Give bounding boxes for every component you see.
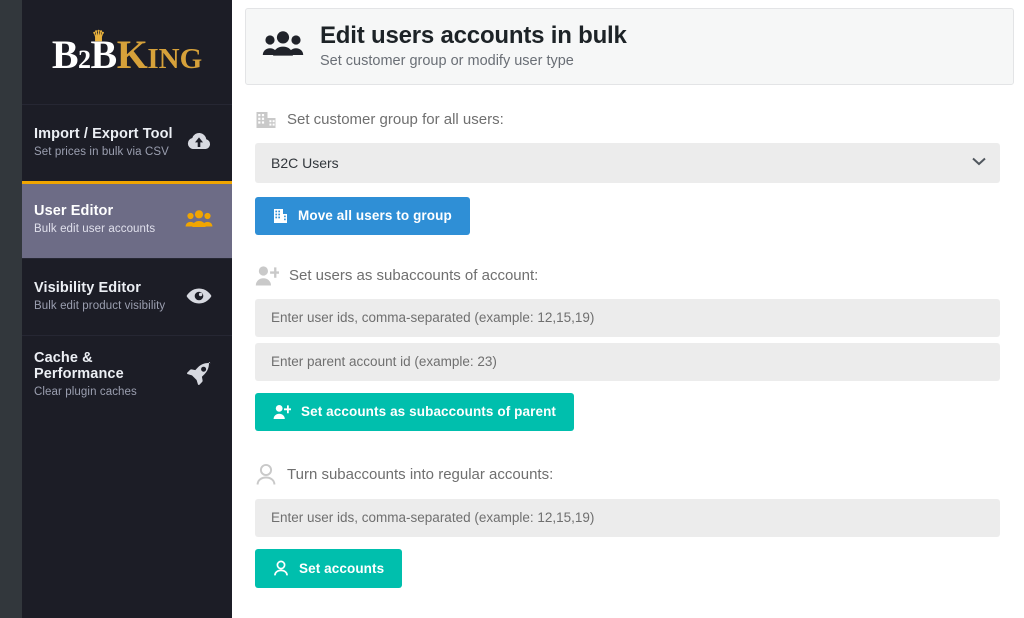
user-plus-icon — [255, 265, 279, 287]
users-group-icon — [182, 205, 216, 233]
set-accounts-as-subaccounts-button[interactable]: Set accounts as subaccounts of parent — [255, 392, 575, 431]
parent-account-id-input[interactable] — [255, 342, 1000, 381]
sidebar-item-subtitle: Clear plugin caches — [34, 386, 137, 398]
crown-icon: ♛ — [91, 29, 105, 45]
logo-b1: B — [51, 32, 79, 77]
regular-accounts-label-row: Turn subaccounts into regular accounts: — [255, 463, 1014, 487]
brand-logo: ♛ B2BKING — [22, 0, 232, 104]
logo-k: K — [116, 32, 148, 77]
customer-group-select[interactable]: B2C Users — [255, 142, 1000, 183]
section-customer-group: Set customer group for all users: B2C Us… — [245, 109, 1014, 235]
user-plus-icon — [273, 404, 291, 420]
building-icon — [255, 109, 277, 131]
main-content: Edit users accounts in bulk Set customer… — [245, 0, 1024, 618]
chevron-down-icon — [972, 157, 986, 169]
page-header: Edit users accounts in bulk Set customer… — [245, 8, 1014, 85]
set-subaccounts-button-label: Set accounts as subaccounts of parent — [301, 404, 557, 420]
sidebar: ♛ B2BKING Import / Export Tool Set price… — [22, 0, 232, 618]
sidebar-item-visibility-editor[interactable]: Visibility Editor Bulk edit product visi… — [22, 258, 232, 335]
rocket-icon — [182, 360, 216, 388]
layout-gap — [232, 0, 245, 618]
user-outline-icon — [273, 560, 289, 577]
eye-icon — [182, 282, 216, 310]
page-title: Edit users accounts in bulk — [320, 22, 627, 49]
sidebar-item-subtitle: Bulk edit user accounts — [34, 223, 156, 235]
regular-accounts-label: Turn subaccounts into regular accounts: — [287, 466, 554, 484]
sidebar-item-title: Import / Export Tool — [34, 126, 173, 142]
customer-group-selected-value: B2C Users — [271, 154, 339, 171]
regular-accounts-user-ids-input[interactable] — [255, 498, 1000, 537]
wp-admin-strip — [0, 0, 22, 618]
user-outline-icon — [255, 463, 277, 487]
sidebar-filler — [22, 414, 232, 618]
move-all-users-button-label: Move all users to group — [298, 208, 452, 224]
building-icon — [273, 208, 288, 224]
page-subtitle: Set customer group or modify user type — [320, 52, 574, 69]
section-set-subaccounts: Set users as subaccounts of account: Set… — [245, 265, 1014, 431]
sidebar-item-subtitle: Bulk edit product visibility — [34, 300, 166, 312]
set-accounts-button[interactable]: Set accounts — [255, 548, 403, 588]
users-group-icon — [262, 31, 304, 59]
plugin-admin-page: ♛ B2BKING Import / Export Tool Set price… — [0, 0, 1024, 618]
sidebar-item-title: Visibility Editor — [34, 280, 141, 296]
subaccounts-label: Set users as subaccounts of account: — [289, 267, 539, 285]
sidebar-item-title: User Editor — [34, 203, 114, 219]
sidebar-menu: Import / Export Tool Set prices in bulk … — [22, 104, 232, 414]
logo-ing: ING — [147, 43, 203, 75]
customer-group-label: Set customer group for all users: — [287, 111, 504, 129]
sidebar-item-title: Cache & Performance — [34, 350, 124, 382]
section-regular-accounts: Turn subaccounts into regular accounts: … — [245, 463, 1014, 588]
subaccounts-label-row: Set users as subaccounts of account: — [255, 265, 1014, 287]
sidebar-item-import-export-tool[interactable]: Import / Export Tool Set prices in bulk … — [22, 104, 232, 181]
subaccount-user-ids-input[interactable] — [255, 298, 1000, 337]
set-accounts-button-label: Set accounts — [299, 560, 385, 576]
sidebar-item-cache-performance[interactable]: Cache & Performance Clear plugin caches — [22, 335, 232, 414]
move-all-users-to-group-button[interactable]: Move all users to group — [255, 196, 470, 235]
cloud-upload-icon — [182, 128, 216, 156]
logo-2: 2 — [78, 45, 91, 74]
sidebar-item-subtitle: Set prices in bulk via CSV — [34, 146, 169, 158]
sidebar-item-user-editor[interactable]: User Editor Bulk edit user accounts — [22, 181, 232, 258]
customer-group-label-row: Set customer group for all users: — [255, 109, 1014, 131]
